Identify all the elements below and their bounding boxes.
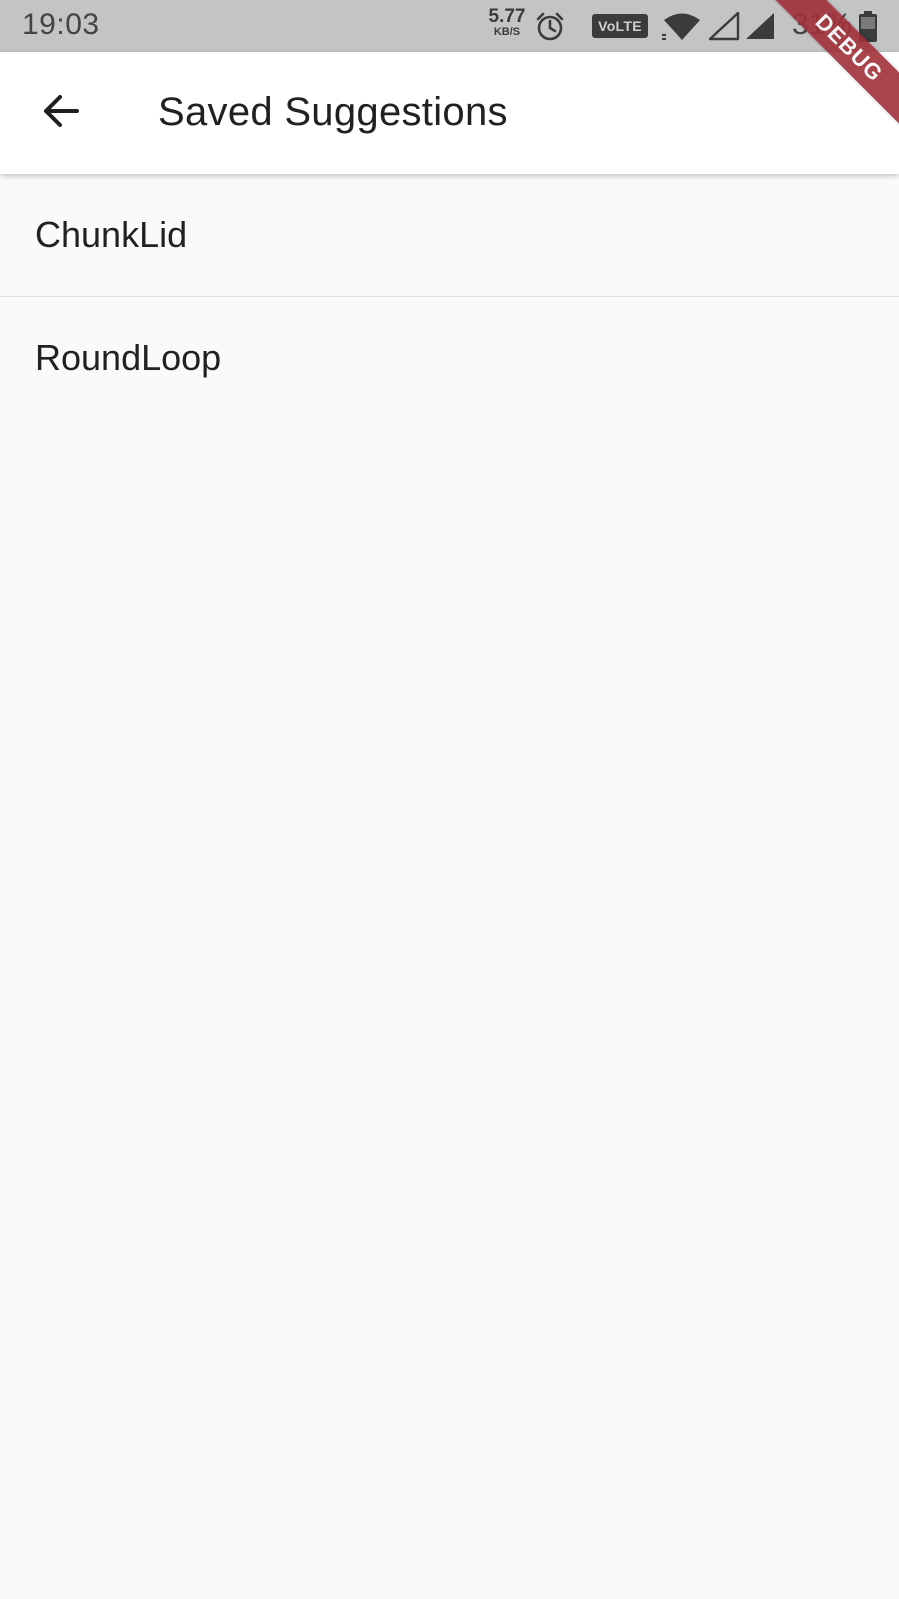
list-item-label: RoundLoop [35,337,222,378]
status-time: 19:03 [22,8,100,41]
volte-icon: VoLTE [592,14,648,38]
app-bar: Saved Suggestions [0,52,899,174]
network-speed-unit: KB/S [493,26,521,38]
page-title: Saved Suggestions [158,90,508,134]
status-bar: 19:03 5.77 KB/S VoLTE [0,0,899,52]
alarm-icon [534,11,566,48]
list-item-label: ChunkLid [35,214,188,255]
list-item[interactable]: ChunkLid [0,174,899,296]
app-screen: 19:03 5.77 KB/S VoLTE Saved Suggestions … [0,0,899,1599]
list-item[interactable]: RoundLoop [0,297,899,419]
back-button[interactable] [28,80,94,146]
arrow-left-icon [41,91,81,136]
signal-empty-icon [708,11,740,46]
signal-full-icon [744,11,776,46]
saved-suggestions-list: ChunkLid RoundLoop [0,174,899,419]
wifi-icon [662,11,702,46]
network-speed-value: 5.77 [488,6,526,27]
network-speed: 5.77 KB/S [484,7,530,38]
